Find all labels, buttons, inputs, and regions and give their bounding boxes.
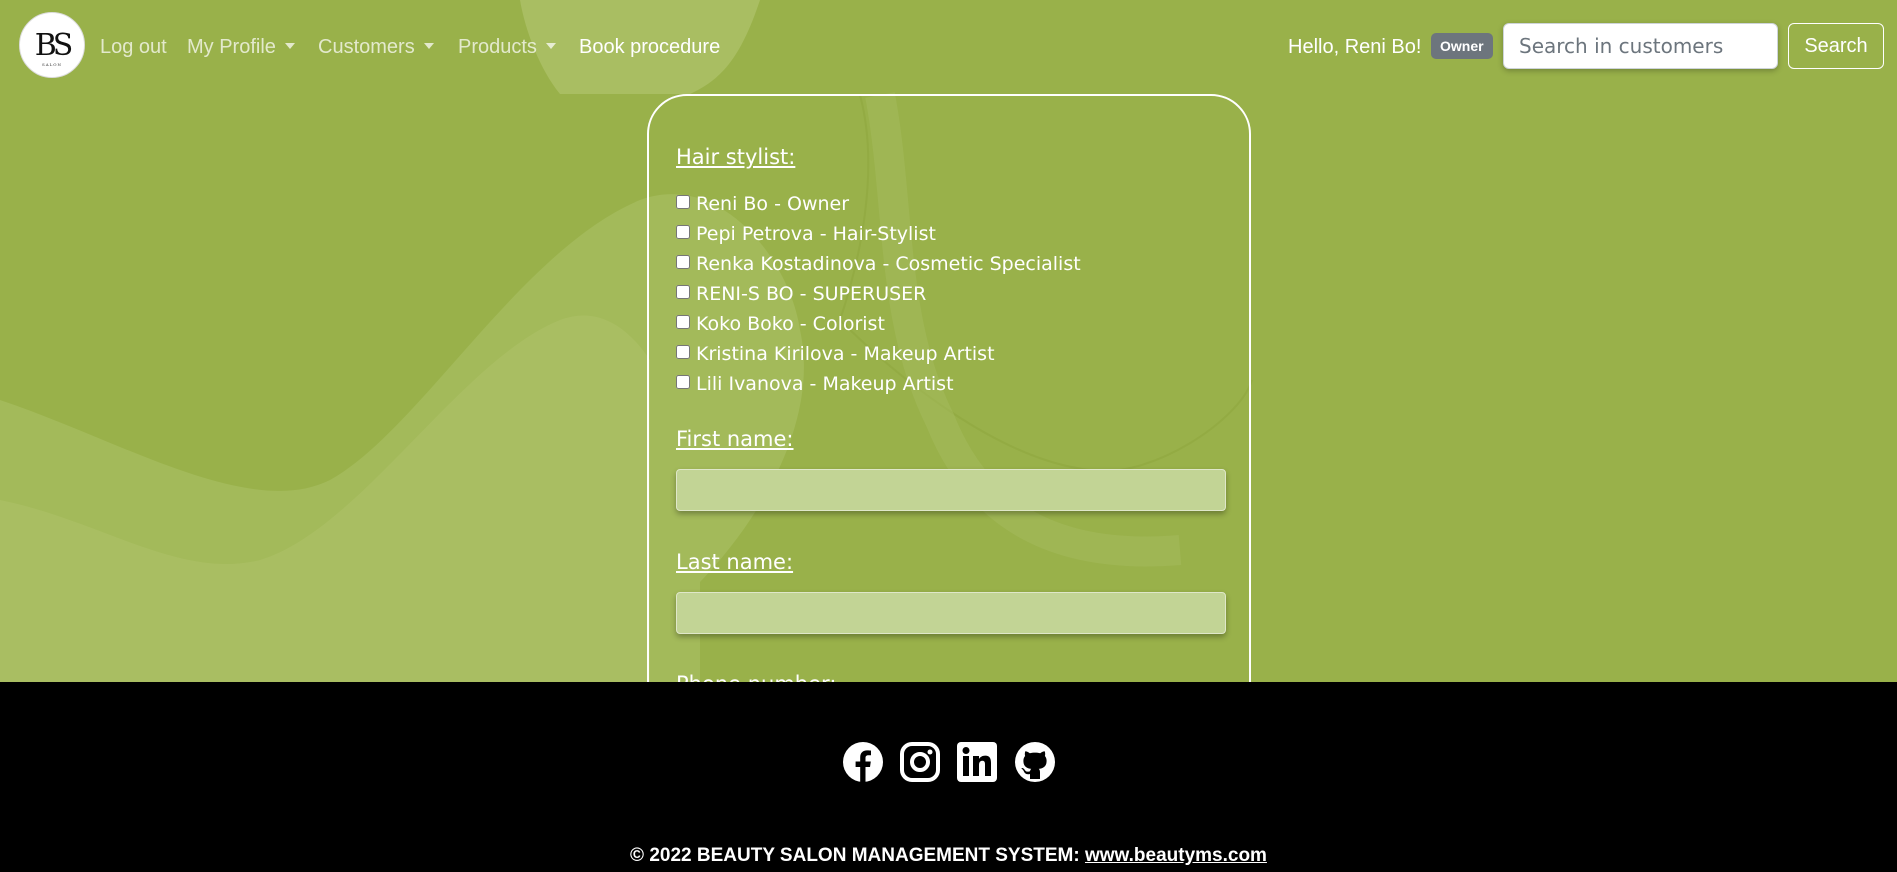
stylist-option[interactable]: Lili Ivanova - Makeup Artist <box>676 371 954 397</box>
stylist-checkbox[interactable] <box>676 315 690 329</box>
navbar: BS SALON Log out My Profile Customers Pr… <box>0 0 1897 93</box>
chevron-down-icon <box>545 43 556 49</box>
footer <box>0 682 1897 872</box>
website-link[interactable]: www.beautyms.com <box>1085 845 1267 866</box>
last-name-label: Last name: <box>676 550 794 574</box>
chevron-down-icon <box>284 43 295 49</box>
copyright-text: © 2022 BEAUTY SALON MANAGEMENT SYSTEM: <box>630 845 1085 866</box>
nav-products-label: Products <box>458 36 537 58</box>
first-name-field[interactable] <box>676 469 1226 511</box>
nav-logout-link[interactable]: Log out <box>100 36 167 59</box>
stylist-option[interactable]: Kristina Kirilova - Makeup Artist <box>676 341 995 367</box>
stylist-checkbox[interactable] <box>676 195 690 209</box>
chevron-down-icon <box>423 43 434 49</box>
logo[interactable]: BS SALON <box>19 12 85 78</box>
stylist-label: Lili Ivanova - Makeup Artist <box>696 373 954 395</box>
stylist-checkbox[interactable] <box>676 255 690 269</box>
logo-subtext: SALON <box>41 62 63 67</box>
stylist-checkbox[interactable] <box>676 375 690 389</box>
booking-form: Hair stylist: Reni Bo - Owner Pepi Petro… <box>647 94 1251 744</box>
logo-text: BS <box>34 27 74 63</box>
github-icon[interactable] <box>1014 741 1056 783</box>
stylist-label: Koko Boko - Colorist <box>696 313 885 335</box>
stylist-option[interactable]: Reni Bo - Owner <box>676 191 849 217</box>
stylist-checkbox[interactable] <box>676 225 690 239</box>
search-input[interactable] <box>1503 23 1778 69</box>
stylist-option[interactable]: Renka Kostadinova - Cosmetic Specialist <box>676 251 1081 277</box>
stylist-label: Renka Kostadinova - Cosmetic Specialist <box>696 253 1081 275</box>
nav-my-profile-label: My Profile <box>187 36 276 58</box>
stylist-checkbox[interactable] <box>676 285 690 299</box>
stylist-label: RENI-S BO - SUPERUSER <box>696 283 927 305</box>
nav-products-dropdown[interactable]: Products <box>458 36 556 59</box>
search-button[interactable]: Search <box>1788 23 1884 69</box>
stylist-option[interactable]: RENI-S BO - SUPERUSER <box>676 281 926 307</box>
user-greeting: Hello, Reni Bo! <box>1288 36 1422 58</box>
stylist-label: Pepi Petrova - Hair-Stylist <box>696 223 936 245</box>
nav-book-procedure-link[interactable]: Book procedure <box>579 36 720 59</box>
first-name-label: First name: <box>676 427 794 451</box>
copyright: © 2022 BEAUTY SALON MANAGEMENT SYSTEM: w… <box>0 845 1897 867</box>
nav-customers-label: Customers <box>318 36 415 58</box>
stylist-option[interactable]: Pepi Petrova - Hair-Stylist <box>676 221 936 247</box>
nav-my-profile-dropdown[interactable]: My Profile <box>187 36 295 59</box>
linkedin-icon[interactable] <box>956 741 998 783</box>
stylist-checkbox[interactable] <box>676 345 690 359</box>
stylist-option[interactable]: Koko Boko - Colorist <box>676 311 885 337</box>
role-badge: Owner <box>1431 33 1493 59</box>
last-name-field[interactable] <box>676 592 1226 634</box>
instagram-icon[interactable] <box>899 741 941 783</box>
facebook-icon[interactable] <box>842 741 884 783</box>
stylist-label: Kristina Kirilova - Makeup Artist <box>696 343 995 365</box>
nav-customers-dropdown[interactable]: Customers <box>318 36 434 59</box>
stylist-label: Reni Bo - Owner <box>696 193 850 215</box>
hair-stylist-label: Hair stylist: <box>676 145 796 169</box>
